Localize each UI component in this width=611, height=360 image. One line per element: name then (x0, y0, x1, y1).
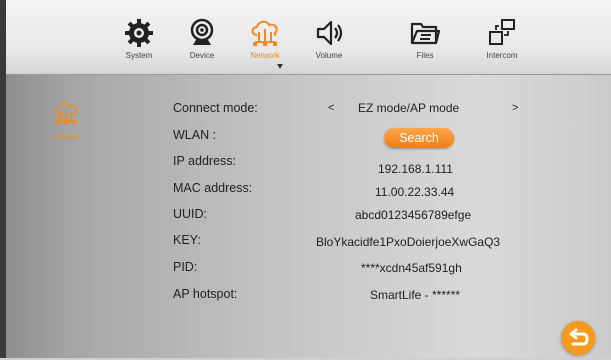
tab-system[interactable]: System (109, 18, 169, 60)
gear-icon (125, 19, 153, 47)
sidebar-item-network[interactable]: Network (42, 100, 90, 141)
pid-value: ****xcdn45af591gh (361, 261, 462, 275)
folder-icon (410, 22, 441, 45)
ap-hotspot-value: SmartLife - ****** (370, 288, 461, 302)
back-button[interactable] (561, 321, 595, 355)
tab-files[interactable]: Files (395, 18, 455, 60)
mac-address-value: 11.00.22.33.44 (375, 185, 455, 199)
top-nav-bar: System Device Network Volume Files Inter… (6, 0, 611, 75)
sidebar-item-label: Network (53, 134, 79, 141)
pid-label: PID: (173, 260, 198, 274)
key-value: BloYkacidfe1PxoDoierjoeXwGaQ3 (316, 235, 501, 249)
tab-network[interactable]: Network (235, 18, 295, 60)
tab-intercom[interactable]: Intercom (472, 18, 532, 60)
tab-label: Volume (315, 51, 343, 60)
intercom-icon (489, 19, 515, 45)
ap-hotspot-label: AP hotspot: (173, 287, 238, 301)
search-button[interactable]: Search (384, 128, 454, 148)
prev-mode-arrow[interactable]: < (328, 102, 334, 114)
ip-address-label: IP address: (173, 154, 237, 168)
tab-volume[interactable]: Volume (299, 18, 359, 60)
tab-label: Intercom (486, 51, 518, 60)
tab-label: Files (416, 51, 434, 60)
camera-icon (190, 18, 214, 45)
active-tab-indicator (277, 64, 283, 69)
mac-address-label: MAC address: (173, 181, 253, 195)
tab-label: System (125, 51, 153, 60)
next-mode-arrow[interactable]: > (512, 102, 518, 114)
connect-mode-value: EZ mode/AP mode (358, 101, 460, 115)
uuid-value: abcd0123456789efge (355, 208, 472, 222)
key-label: KEY: (173, 233, 201, 247)
tab-device[interactable]: Device (172, 18, 232, 60)
connect-mode-label: Connect mode: (173, 101, 258, 115)
cloud-network-icon (54, 102, 77, 125)
cloud-network-icon (251, 20, 278, 46)
tab-label: Device (189, 51, 215, 60)
speaker-icon (316, 20, 343, 46)
back-arrow-icon (569, 328, 589, 346)
ip-address-value: 192.168.1.111 (378, 162, 453, 176)
uuid-label: UUID: (173, 207, 208, 221)
wlan-label: WLAN : (173, 128, 217, 142)
tab-label: Network (250, 51, 280, 60)
